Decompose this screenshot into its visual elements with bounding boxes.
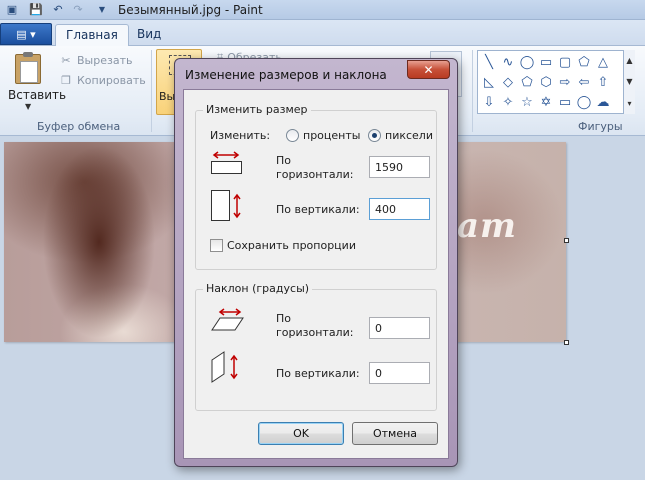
resize-horizontal-input[interactable]: 1590	[369, 156, 430, 178]
ribbon-tab-row: ▤ ▾ Главная Вид	[0, 20, 645, 47]
save-icon[interactable]: 💾	[28, 2, 44, 17]
resize-vertical-label: По вертикали:	[276, 203, 360, 216]
dialog-body: Изменить размер Изменить: проценты пиксе…	[183, 89, 449, 459]
polygon-shape-icon[interactable]: ⬠	[575, 53, 593, 71]
callout-rectangle-shape-icon[interactable]: ▭	[556, 93, 574, 111]
copy-button[interactable]: ❐ Копировать	[60, 72, 146, 88]
redo-icon[interactable]: ↷	[70, 2, 86, 17]
group-divider	[472, 50, 473, 132]
skew-vertical-label: По вертикали:	[276, 367, 360, 380]
percent-label[interactable]: проценты	[303, 129, 360, 143]
chevron-down-icon: ▼	[25, 102, 32, 111]
close-button[interactable]: ✕	[407, 60, 450, 79]
resize-horizontal-label-line1: По	[276, 154, 292, 167]
skew-group-title: Наклон (градусы)	[203, 282, 313, 295]
image-text: am	[457, 206, 518, 246]
line-shape-icon[interactable]: ╲	[480, 53, 498, 71]
resize-horizontal-label-line2: горизонтали:	[276, 168, 354, 181]
skew-horizontal-label-line2: горизонтали:	[276, 326, 354, 339]
skew-vertical-input[interactable]: 0	[369, 362, 430, 384]
rectangle-shape-icon[interactable]: ▭	[537, 53, 555, 71]
percent-radio[interactable]	[286, 129, 299, 142]
vertical-resize-icon	[211, 190, 241, 221]
window-title: Безымянный.jpg - Paint	[118, 3, 263, 17]
tab-home[interactable]: Главная	[55, 24, 129, 47]
six-point-star-shape-icon[interactable]: ✡	[537, 93, 555, 111]
ok-button[interactable]: OK	[258, 422, 344, 445]
group-divider	[151, 50, 152, 132]
dialog-title: Изменение размеров и наклона	[185, 68, 387, 82]
keep-ratio-label[interactable]: Сохранить пропорции	[227, 239, 356, 253]
cut-button[interactable]: ✂ Вырезать	[60, 52, 132, 68]
diamond-shape-icon[interactable]: ◇	[499, 73, 517, 91]
resize-group: Изменить размер Изменить: проценты пиксе…	[195, 103, 437, 270]
four-point-star-shape-icon[interactable]: ✧	[499, 93, 517, 111]
callout-oval-shape-icon[interactable]: ◯	[575, 93, 593, 111]
horizontal-resize-icon	[211, 151, 242, 174]
tab-view[interactable]: Вид	[127, 24, 171, 46]
paste-label: Вставить	[8, 88, 67, 102]
resize-handle-corner[interactable]	[564, 340, 569, 345]
resize-skew-dialog: Изменение размеров и наклона ✕ Изменить …	[174, 58, 458, 467]
pixels-label[interactable]: пиксели	[385, 129, 433, 143]
cancel-button[interactable]: Отмена	[352, 422, 438, 445]
five-point-star-shape-icon[interactable]: ☆	[518, 93, 536, 111]
callout-cloud-shape-icon[interactable]: ☁	[594, 93, 612, 111]
undo-icon[interactable]: ↶	[50, 2, 66, 17]
paste-button[interactable]: Вставить ▼	[4, 50, 66, 114]
pentagon-shape-icon[interactable]: ⬠	[518, 73, 536, 91]
curve-shape-icon[interactable]: ∿	[499, 53, 517, 71]
app-menu-icon[interactable]: ▣	[4, 2, 20, 17]
hexagon-shape-icon[interactable]: ⬡	[537, 73, 555, 91]
resize-group-title: Изменить размер	[203, 103, 311, 116]
more-shapes-icon[interactable]: ▾	[627, 99, 631, 108]
up-arrow-shape-icon[interactable]: ⇧	[594, 73, 612, 91]
scroll-down-icon[interactable]: ▼	[626, 77, 632, 86]
cut-label: Вырезать	[77, 53, 133, 67]
shapes-gallery: ╲ ∿ ◯ ▭ ▢ ⬠ △ ◺ ◇ ⬠ ⬡ ⇨ ⇦ ⇧ ⇩ ✧ ☆ ✡ ▭ ◯ …	[477, 50, 635, 114]
right-triangle-shape-icon[interactable]: ◺	[480, 73, 498, 91]
clipboard-group-label: Буфер обмена	[37, 120, 121, 133]
copy-label: Копировать	[77, 73, 146, 87]
rounded-rectangle-shape-icon[interactable]: ▢	[556, 53, 574, 71]
vertical-skew-icon	[211, 351, 238, 383]
oval-shape-icon[interactable]: ◯	[518, 53, 536, 71]
resize-handle-right[interactable]	[564, 238, 569, 243]
copy-icon: ❐	[61, 73, 71, 87]
skew-group: Наклон (градусы) По горизонтали: 0 По ве…	[195, 282, 437, 411]
skew-horizontal-label-line1: По	[276, 312, 292, 325]
resize-vertical-input[interactable]: 400	[369, 198, 430, 220]
title-bar: ▣ 💾 ↶ ↷ ▼ Безымянный.jpg - Paint	[0, 0, 645, 20]
pixels-radio[interactable]	[368, 129, 381, 142]
file-menu-button[interactable]: ▤ ▾	[0, 23, 52, 45]
keep-ratio-checkbox[interactable]	[210, 239, 223, 252]
down-arrow-shape-icon[interactable]: ⇩	[480, 93, 498, 111]
scroll-up-icon[interactable]: ▲	[626, 56, 632, 65]
triangle-shape-icon[interactable]: △	[594, 53, 612, 71]
scissors-icon: ✂	[61, 53, 71, 67]
left-arrow-shape-icon[interactable]: ⇦	[575, 73, 593, 91]
shapes-group-label: Фигуры	[578, 120, 623, 133]
shapes-scrollbar[interactable]: ▲ ▼ ▾	[623, 50, 635, 114]
skew-horizontal-input[interactable]: 0	[369, 317, 430, 339]
right-arrow-shape-icon[interactable]: ⇨	[556, 73, 574, 91]
customize-qat-icon[interactable]: ▼	[94, 2, 110, 17]
resize-by-label: Изменить:	[210, 129, 271, 142]
clipboard-icon	[15, 52, 41, 84]
horizontal-skew-icon	[211, 308, 244, 331]
